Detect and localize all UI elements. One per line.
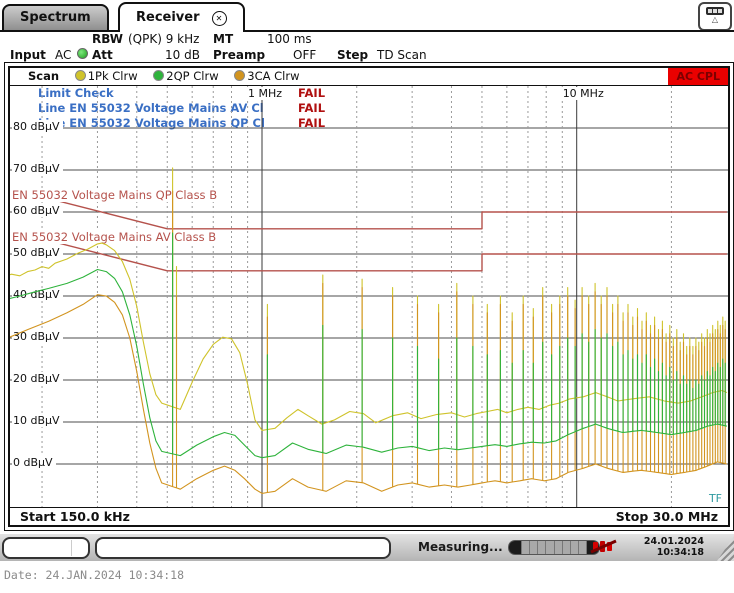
softkey-bar-icon [706,7,724,15]
trace-layer [10,86,728,507]
resize-grip[interactable] [717,536,734,561]
y-axis-label: 20 dBµV [12,372,63,385]
legend-trace-1pk[interactable]: 1Pk Clrw [75,69,138,83]
y-axis-label: 30 dBµV [12,330,63,343]
legend-trace-3ca[interactable]: 3CA Clrw [234,69,299,83]
y-axis-label: 50 dBµV [12,246,63,259]
close-tab-icon[interactable]: ✕ [212,11,227,26]
status-time: 10:34:18 [644,548,704,559]
display-toolbar-button[interactable]: △ [698,2,732,31]
y-axis-label: 0 dBµV [12,456,56,469]
scan-title: Scan [28,69,59,83]
input-label: Input [10,48,46,62]
status-field-message [95,537,391,559]
spectrum-plot[interactable]: Limit Check Line EN 55032 Voltage Mains … [10,86,728,507]
measurement-window: Scan 1Pk Clrw 2QP Clrw 3CA Clrw AC CPL L… [8,66,730,527]
x-axis-label: 10 MHz [561,87,606,100]
progress-bar [508,540,600,555]
status-field-left [2,537,90,559]
mt-value[interactable]: 100 ms [267,32,312,46]
att-value[interactable]: 10 dB [165,48,200,62]
preamp-label: Preamp [213,48,265,62]
mt-label: MT [213,32,233,46]
limit-line-qp-name: Line EN 55032 Voltage Mains QP Cl [38,116,265,131]
start-frequency[interactable]: Start 150.0 kHz [20,508,130,525]
fail-status: FAIL [298,116,325,131]
y-axis-label: 80 dBµV [12,120,63,133]
trace2-color-dot-icon [153,70,164,81]
input-row: Input AC Att 10 dB Preamp OFF Step TD Sc… [0,48,734,64]
ac-coupling-badge: AC CPL [668,68,728,85]
triangle-up-icon: △ [700,16,730,24]
scan-header-bar: Scan 1Pk Clrw 2QP Clrw 3CA Clrw AC CPL [10,68,728,86]
tab-receiver[interactable]: Receiver ✕ [118,2,245,32]
clock-display: 24.01.2024 10:34:18 [644,537,704,558]
y-axis-label: 40 dBµV [12,288,63,301]
fail-status: FAIL [298,101,325,116]
tab-spectrum-label: Spectrum [20,10,91,25]
tab-receiver-label: Receiver [136,6,200,30]
transducer-indicator: TF [709,492,722,505]
grid-layer [10,86,728,507]
preamp-value[interactable]: OFF [293,48,316,62]
status-date: 24.01.2024 [644,537,704,548]
tab-bar: Spectrum Receiver ✕ △ [0,0,734,32]
screenshot-date-caption: Date: 24.JAN.2024 10:34:18 [4,568,734,582]
emi-receiver-screen: { "window": { "tabs": [ {"label": "Spect… [0,0,734,593]
measuring-status: Measuring... [418,540,503,554]
x-axis-label: 1 MHz [246,87,284,100]
input-value[interactable]: AC [55,48,71,62]
limit-line-av-name: Line EN 55032 Voltage Mains AV Cl [38,101,265,116]
step-label: Step [337,48,368,62]
tab-spectrum[interactable]: Spectrum [2,4,109,32]
limit-check-block: Limit Check Line EN 55032 Voltage Mains … [38,86,265,131]
y-axis-label: 10 dBµV [12,414,63,427]
status-alert-icon [590,539,620,554]
status-bar: Measuring... 24.01.2024 10:34:18 [0,534,734,561]
limit-check-status-column: FAIL FAIL FAIL [298,86,325,131]
y-axis-label: 70 dBµV [12,162,63,175]
rbw-value[interactable]: (QPK) 9 kHz [128,32,199,46]
ac-coupling-led-icon [77,48,88,59]
limit-line-label: EN 55032 Voltage Mains QP Class B [10,188,219,202]
fail-status: FAIL [298,86,325,101]
bandwidth-row: RBW (QPK) 9 kHz MT 100 ms [0,32,734,48]
rbw-label: RBW [92,32,123,46]
y-axis-label: 60 dBµV [12,204,63,217]
limit-line-label: EN 55032 Voltage Mains AV Class B [10,230,218,244]
att-label: Att [92,48,113,62]
frequency-range-bar: Start 150.0 kHz Stop 30.0 MHz [10,507,728,525]
step-value[interactable]: TD Scan [377,48,427,62]
trace3-color-dot-icon [234,70,245,81]
limit-check-title: Limit Check [38,86,265,101]
stop-frequency[interactable]: Stop 30.0 MHz [616,508,718,525]
legend-trace-2qp[interactable]: 2QP Clrw [153,69,218,83]
trace1-color-dot-icon [75,70,86,81]
